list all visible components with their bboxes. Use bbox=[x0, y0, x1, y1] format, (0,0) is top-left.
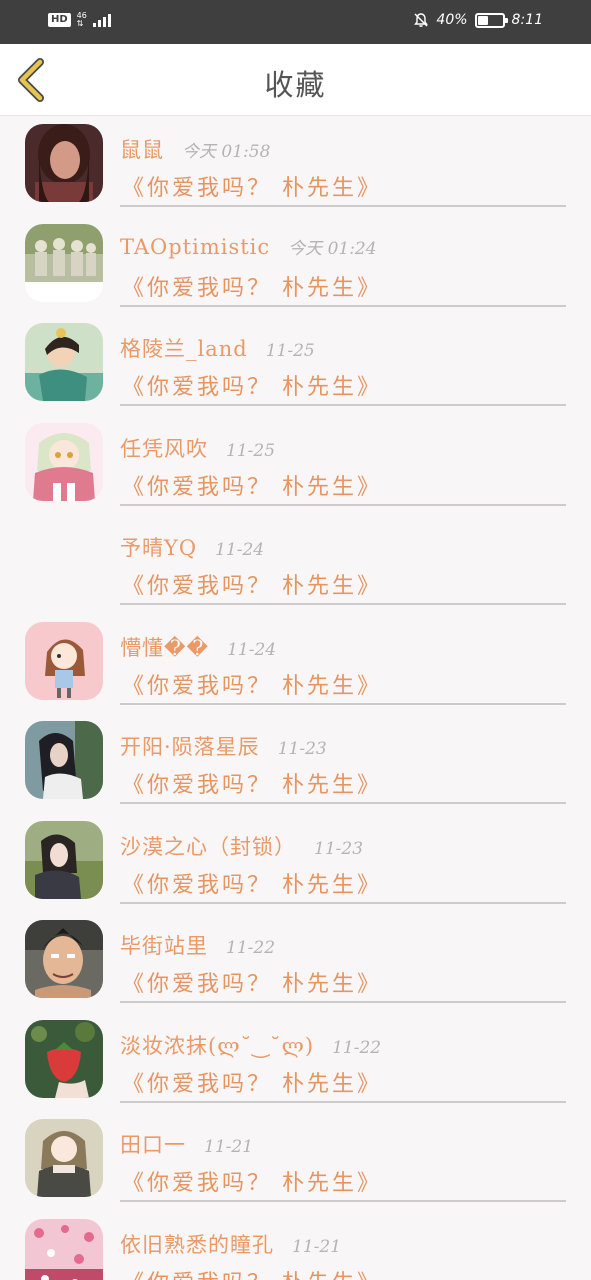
post-title[interactable]: 《你爱我吗？ 朴先生》 bbox=[122, 1165, 382, 1197]
row-meta: 懵懂�� 11-24 bbox=[120, 632, 276, 662]
username[interactable]: 开阳·陨落星辰 bbox=[120, 731, 260, 761]
favorite-row[interactable]: TAOptimistic 今天 01:24 《你爱我吗？ 朴先生》 bbox=[0, 216, 591, 316]
post-title[interactable]: 《你爱我吗？ 朴先生》 bbox=[122, 767, 382, 799]
timestamp: 今天 01:58 bbox=[182, 142, 271, 162]
row-divider bbox=[120, 1200, 566, 1202]
avatar-pink-pattern[interactable] bbox=[25, 1218, 103, 1280]
row-divider bbox=[120, 802, 566, 804]
username[interactable]: 依旧熟悉的瞳孔 bbox=[120, 1229, 274, 1259]
row-meta: 沙漠之心（封锁） 11-23 bbox=[120, 831, 363, 861]
row-divider bbox=[120, 404, 566, 406]
favorite-row[interactable]: 予晴YQ 11-24 《你爱我吗？ 朴先生》 bbox=[0, 514, 591, 614]
username[interactable]: 毕街站里 bbox=[120, 930, 208, 960]
post-title[interactable]: 《你爱我吗？ 朴先生》 bbox=[122, 369, 382, 401]
favorite-row[interactable]: 淡妆浓抹(ლ˘‿˘ლ) 11-22 《你爱我吗？ 朴先生》 bbox=[0, 1012, 591, 1112]
username[interactable]: 格陵兰_land bbox=[120, 333, 248, 363]
timestamp: 11-25 bbox=[265, 341, 315, 361]
avatar-anime-girl-green[interactable] bbox=[25, 1119, 103, 1197]
hd-icon: HD bbox=[48, 13, 71, 27]
row-meta: 予晴YQ 11-24 bbox=[120, 532, 264, 562]
row-divider bbox=[120, 1001, 566, 1003]
row-divider bbox=[120, 503, 566, 506]
username[interactable]: 田口一 bbox=[120, 1129, 186, 1159]
avatar-empty[interactable] bbox=[25, 522, 103, 600]
row-divider bbox=[120, 304, 566, 307]
status-right: 40% 8:11 bbox=[413, 12, 543, 28]
row-meta: TAOptimistic 今天 01:24 bbox=[120, 234, 377, 259]
row-divider bbox=[120, 702, 566, 705]
timestamp: 11-21 bbox=[204, 1137, 254, 1157]
post-title[interactable]: 《你爱我吗？ 朴先生》 bbox=[122, 170, 382, 202]
timestamp: 11-25 bbox=[226, 440, 276, 461]
clock: 8:11 bbox=[511, 12, 543, 28]
username[interactable]: TAOptimistic bbox=[120, 235, 270, 259]
row-divider bbox=[120, 603, 566, 605]
username[interactable]: 淡妆浓抹(ლ˘‿˘ლ) bbox=[120, 1030, 314, 1060]
battery-percent: 40% bbox=[436, 12, 468, 28]
timestamp: 11-24 bbox=[215, 540, 265, 560]
row-meta: 依旧熟悉的瞳孔 11-21 bbox=[120, 1229, 341, 1259]
nav-bar: 收藏 bbox=[0, 44, 591, 116]
timestamp: 11-22 bbox=[332, 1037, 382, 1058]
timestamp: 11-21 bbox=[292, 1236, 342, 1257]
favorite-row[interactable]: 毕街站里 11-22 《你爱我吗？ 朴先生》 bbox=[0, 912, 591, 1012]
timestamp: 11-23 bbox=[314, 838, 364, 859]
username[interactable]: 任凭风吹 bbox=[120, 433, 208, 463]
avatar-cartoon-girl[interactable] bbox=[25, 621, 103, 700]
favorite-row[interactable]: 依旧熟悉的瞳孔 11-21 《你爱我吗？ 朴先生》 bbox=[0, 1211, 591, 1280]
username[interactable]: 懵懂�� bbox=[120, 632, 209, 662]
favorite-row[interactable]: 懵懂�� 11-24 《你爱我吗？ 朴先生》 bbox=[0, 614, 591, 714]
post-title[interactable]: 《你爱我吗？ 朴先生》 bbox=[122, 966, 382, 998]
mute-bell-icon bbox=[414, 13, 429, 27]
username[interactable]: 鼠鼠 bbox=[120, 134, 164, 164]
timestamp: 11-22 bbox=[226, 938, 276, 958]
favorite-row[interactable]: 沙漠之心（封锁） 11-23 《你爱我吗？ 朴先生》 bbox=[0, 813, 591, 913]
avatar-woman-portrait[interactable] bbox=[25, 124, 103, 202]
status-left: HD 46 ⇅ bbox=[48, 12, 111, 28]
favorite-row[interactable]: 任凭风吹 11-25 《你爱我吗？ 朴先生》 bbox=[0, 415, 591, 515]
row-meta: 鼠鼠 今天 01:58 bbox=[120, 134, 270, 164]
row-meta: 淡妆浓抹(ლ˘‿˘ლ) 11-22 bbox=[120, 1030, 381, 1060]
avatar-strawberry[interactable] bbox=[25, 1019, 103, 1098]
post-title[interactable]: 《你爱我吗？ 朴先生》 bbox=[122, 1265, 382, 1280]
post-title[interactable]: 《你爱我吗？ 朴先生》 bbox=[122, 568, 382, 600]
page-title: 收藏 bbox=[264, 68, 327, 102]
status-bar: HD 46 ⇅ 40% 8:11 bbox=[0, 0, 591, 44]
favorite-row[interactable]: 格陵兰_land 11-25 《你爱我吗？ 朴先生》 bbox=[0, 315, 591, 415]
post-title[interactable]: 《你爱我吗？ 朴先生》 bbox=[122, 668, 382, 700]
timestamp: 11-24 bbox=[227, 639, 277, 660]
post-title[interactable]: 《你爱我吗？ 朴先生》 bbox=[122, 469, 382, 501]
avatar-girl-dark-hair[interactable] bbox=[25, 721, 103, 799]
signal-icon bbox=[92, 13, 111, 27]
avatar-anime-girl-pink[interactable] bbox=[25, 422, 103, 501]
username[interactable]: 沙漠之心（封锁） bbox=[120, 831, 296, 861]
post-title[interactable]: 《你爱我吗？ 朴先生》 bbox=[122, 1066, 382, 1098]
battery-icon bbox=[474, 12, 508, 28]
data-arrows-icon: ⇅ bbox=[76, 19, 84, 28]
battery-level bbox=[477, 15, 488, 25]
post-title[interactable]: 《你爱我吗？ 朴先生》 bbox=[122, 270, 382, 302]
post-title[interactable]: 《你爱我吗？ 朴先生》 bbox=[122, 867, 382, 899]
avatar-anime-man[interactable] bbox=[25, 920, 103, 998]
network-type: 46 ⇅ bbox=[77, 12, 87, 28]
username[interactable]: 予晴YQ bbox=[120, 532, 197, 562]
row-meta: 田口一 11-21 bbox=[120, 1129, 253, 1159]
avatar-girl-in-grass[interactable] bbox=[25, 820, 103, 899]
favorite-row[interactable]: 田口一 11-21 《你爱我吗？ 朴先生》 bbox=[0, 1111, 591, 1211]
favorite-row[interactable]: 鼠鼠 今天 01:58 《你爱我吗？ 朴先生》 bbox=[0, 116, 591, 216]
row-meta: 格陵兰_land 11-25 bbox=[120, 333, 315, 363]
avatar-group-photo[interactable] bbox=[25, 223, 103, 302]
row-divider bbox=[120, 1100, 566, 1103]
timestamp: 今天 01:24 bbox=[288, 238, 377, 259]
row-divider bbox=[120, 901, 566, 904]
row-divider bbox=[120, 205, 566, 207]
row-meta: 毕街站里 11-22 bbox=[120, 930, 275, 960]
row-meta: 任凭风吹 11-25 bbox=[120, 433, 275, 463]
favorites-list: 鼠鼠 今天 01:58 《你爱我吗？ 朴先生》 TAOptimistic 今天 01:2… bbox=[0, 116, 591, 1280]
favorite-row[interactable]: 开阳·陨落星辰 11-23 《你爱我吗？ 朴先生》 bbox=[0, 713, 591, 813]
avatar-anime-character[interactable] bbox=[25, 323, 103, 401]
timestamp: 11-23 bbox=[277, 739, 327, 759]
row-meta: 开阳·陨落星辰 11-23 bbox=[120, 731, 327, 761]
